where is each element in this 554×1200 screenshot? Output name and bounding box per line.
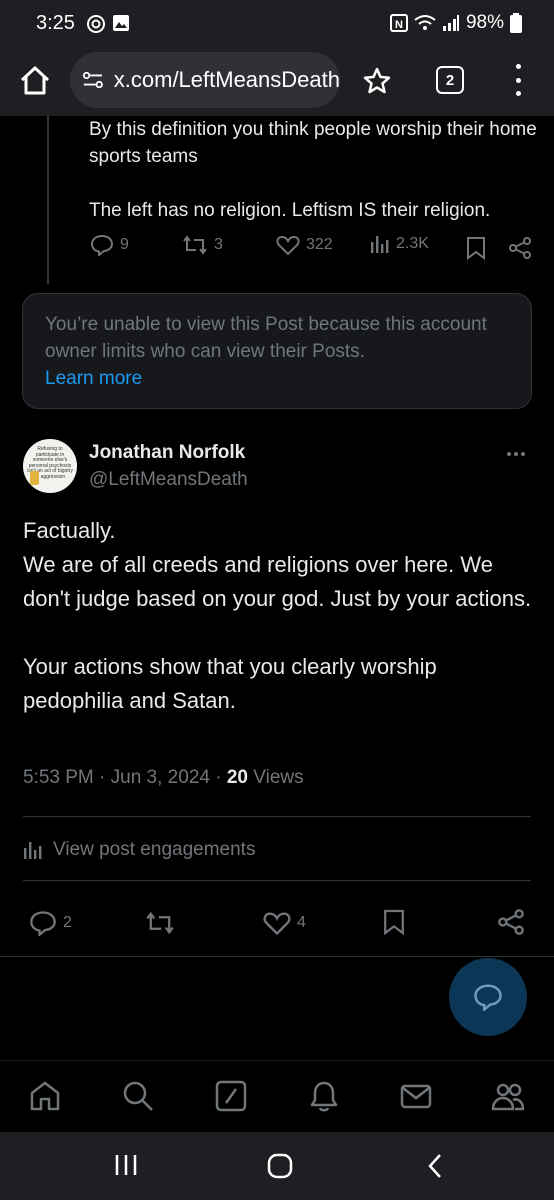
reply-button[interactable]: 2	[29, 910, 72, 936]
browser-menu-icon[interactable]	[510, 64, 526, 96]
learn-more-link[interactable]: Learn more	[45, 365, 509, 392]
views-count: 2.3K	[396, 235, 429, 252]
view-engagements-link[interactable]: View post engagements	[23, 839, 255, 861]
bookmark-icon[interactable]	[466, 236, 486, 260]
tab-switcher-button[interactable]: 2	[436, 66, 464, 94]
avatar-figure	[30, 471, 39, 485]
like-count: 4	[297, 914, 306, 931]
grok-icon[interactable]	[214, 1079, 248, 1113]
author-handle[interactable]: @LeftMeansDeath	[89, 469, 248, 491]
home-icon[interactable]	[18, 64, 52, 98]
search-icon[interactable]	[121, 1079, 155, 1113]
reply-button[interactable]: 9	[90, 234, 129, 256]
engagements-label: View post engagements	[53, 839, 256, 860]
previous-post-actions: 9 3 322 2.3K	[90, 234, 534, 262]
divider	[23, 816, 531, 817]
repost-count: 3	[214, 236, 223, 253]
post-text: Factually. We are of all creeds and reli…	[23, 514, 533, 718]
system-nav-bar	[0, 1132, 554, 1200]
views-button[interactable]: 2.3K	[370, 234, 429, 254]
battery-icon	[510, 13, 522, 33]
compose-reply-button[interactable]	[449, 958, 527, 1036]
signal-icon	[442, 15, 459, 31]
post-line: We are of all creeds and religions over …	[23, 552, 532, 611]
more-options-icon[interactable]	[507, 452, 525, 456]
author-name[interactable]: Jonathan Norfolk	[89, 442, 245, 464]
battery-percent: 98%	[465, 12, 504, 33]
status-notification-icons	[86, 14, 130, 34]
views-label: Views	[247, 767, 304, 788]
post-actions: 2 4	[23, 906, 531, 940]
previous-post-line: The left has no religion. Leftism IS the…	[89, 200, 491, 221]
divider	[23, 880, 531, 881]
back-icon[interactable]	[426, 1152, 444, 1180]
reply-icon	[90, 234, 114, 256]
previous-post-line: By this definition you think people wors…	[89, 119, 537, 167]
repost-icon[interactable]	[145, 910, 175, 936]
browser-toolbar: x.com/LeftMeansDeath 2	[0, 46, 554, 116]
heart-icon	[276, 235, 300, 256]
status-time: 3:25	[36, 12, 75, 34]
reply-icon	[30, 911, 56, 936]
views-icon	[371, 236, 389, 253]
repost-button[interactable]: 3	[182, 234, 223, 256]
like-count: 322	[306, 236, 333, 253]
post-line: Factually.	[23, 518, 116, 543]
analytics-icon	[24, 842, 42, 859]
post-line: Your actions show that you clearly worsh…	[23, 654, 437, 713]
svg-text:N: N	[395, 19, 403, 31]
gallery-icon	[113, 15, 129, 31]
status-system-icons: N 98%	[389, 12, 522, 34]
reply-count: 2	[63, 914, 72, 931]
divider	[0, 956, 554, 957]
mail-icon[interactable]	[399, 1079, 433, 1113]
reply-count: 9	[120, 236, 129, 253]
heart-icon	[263, 912, 291, 936]
share-icon[interactable]	[497, 908, 525, 936]
address-bar[interactable]: x.com/LeftMeansDeath	[70, 52, 340, 108]
wifi-icon	[414, 15, 436, 30]
thread-connector-line	[47, 116, 49, 284]
bell-icon[interactable]	[307, 1079, 341, 1113]
status-bar: 3:25 N 98%	[0, 0, 554, 46]
site-settings-icon[interactable]	[82, 69, 104, 91]
recent-apps-icon[interactable]	[114, 1152, 138, 1178]
views-count: 20	[226, 767, 248, 788]
home-icon[interactable]	[28, 1079, 62, 1113]
bookmark-icon[interactable]	[383, 908, 405, 936]
chat-bubble-icon	[474, 984, 502, 1011]
previous-post-text: By this definition you think people wors…	[89, 116, 539, 224]
timestamp-text[interactable]: 5:53 PM · Jun 3, 2024 ·	[23, 767, 227, 788]
post-timestamp: 5:53 PM · Jun 3, 2024 · 20 Views	[23, 767, 304, 789]
like-button[interactable]: 322	[276, 234, 333, 256]
url-text[interactable]: x.com/LeftMeansDeath	[114, 67, 340, 93]
avatar[interactable]: Refusing to participate in someone else'…	[23, 439, 77, 493]
thread-content: By this definition you think people wors…	[0, 116, 554, 1060]
restricted-post-notice: You’re unable to view this Post because …	[22, 293, 532, 409]
share-icon[interactable]	[508, 236, 532, 260]
like-button[interactable]: 4	[263, 910, 306, 936]
home-nav-icon[interactable]	[266, 1152, 294, 1180]
nfc-icon: N	[389, 14, 408, 32]
communities-icon[interactable]	[491, 1079, 525, 1113]
threads-icon	[87, 15, 105, 33]
restricted-message: You’re unable to view this Post because …	[45, 314, 487, 362]
repost-icon	[183, 235, 207, 255]
bottom-tab-bar	[0, 1060, 554, 1132]
bookmark-star-icon[interactable]	[362, 66, 392, 96]
